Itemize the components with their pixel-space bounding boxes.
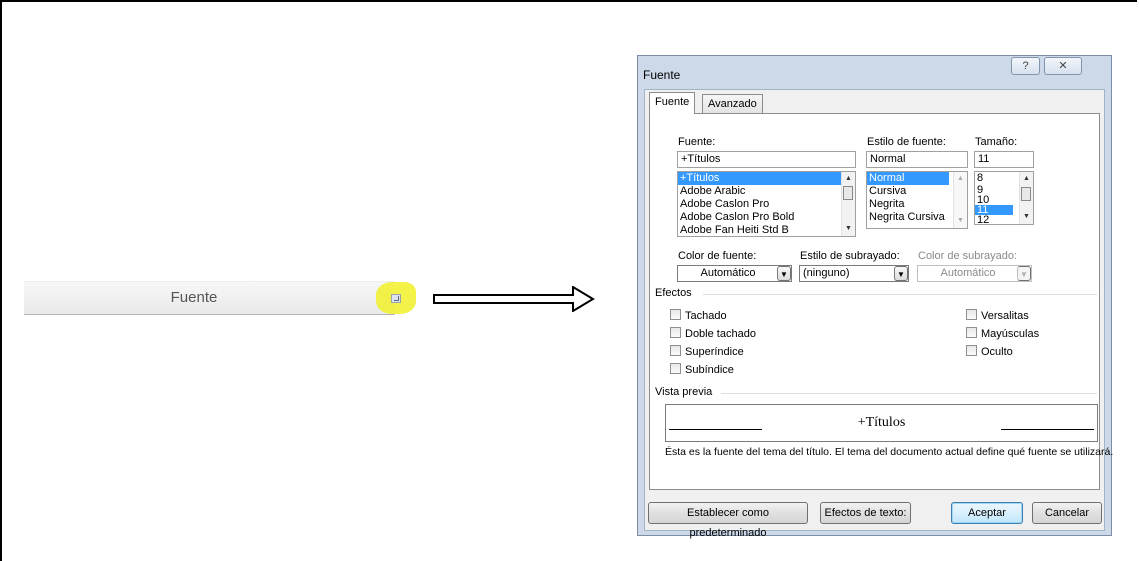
style-list-scrollbar[interactable]: ▲ ▼ <box>953 172 967 228</box>
font-dialog: Fuente ? ✕ Fuente Avanzado Fuente: +Títu… <box>637 55 1113 539</box>
dialog-launcher-icon[interactable] <box>391 294 401 303</box>
checkbox-tachado[interactable]: Tachado <box>670 309 727 322</box>
list-item[interactable]: Normal <box>867 172 949 185</box>
scroll-down-icon[interactable]: ▼ <box>954 215 967 227</box>
size-list-scrollbar[interactable]: ▲ ▼ <box>1019 172 1033 224</box>
checkbox-box[interactable] <box>670 345 681 356</box>
checkbox-superindice[interactable]: Superíndice <box>670 345 744 358</box>
checkbox-mayusculas[interactable]: Mayúsculas <box>966 327 1039 340</box>
cancel-button[interactable]: Cancelar <box>1032 502 1102 524</box>
font-color-value: Automático <box>700 267 756 279</box>
checkbox-doble-tachado[interactable]: Doble tachado <box>670 327 756 340</box>
text-effects-button[interactable]: Efectos de texto: <box>820 502 911 524</box>
font-list-scrollbar[interactable]: ▲ ▼ <box>841 172 855 236</box>
checkbox-box[interactable] <box>966 345 977 356</box>
underline-color-value: Automático <box>940 267 996 279</box>
tab-fuente[interactable]: Fuente <box>649 92 696 114</box>
dialog-client: Fuente Avanzado Fuente: +Títulos +Título… <box>644 89 1113 539</box>
style-list[interactable]: Normal Cursiva Negrita Negrita Cursiva ▲… <box>866 171 968 229</box>
dialog-title: Fuente <box>643 68 681 82</box>
ok-button[interactable]: Aceptar <box>951 502 1023 524</box>
effects-label: Efectos <box>655 287 692 299</box>
checkbox-label: Oculto <box>981 346 1013 358</box>
checkbox-oculto[interactable]: Oculto <box>966 345 1013 358</box>
scroll-up-icon[interactable]: ▲ <box>954 173 967 185</box>
underline-style-label: Estilo de subrayado: <box>800 250 900 262</box>
checkbox-subindice[interactable]: Subíndice <box>670 363 734 376</box>
checkbox-label: Tachado <box>685 310 727 322</box>
list-item[interactable]: Adobe Caslon Pro Bold <box>678 211 855 224</box>
underline-color-combo[interactable]: Automático ▼ <box>917 265 1032 282</box>
list-item[interactable]: Adobe Arabic <box>678 185 855 198</box>
style-input[interactable]: Normal <box>866 151 968 168</box>
close-button[interactable]: ✕ <box>1044 57 1082 75</box>
underline-style-combo[interactable]: (ninguno) ▼ <box>799 265 909 282</box>
dropdown-arrow-icon[interactable]: ▼ <box>1017 266 1031 281</box>
style-label: Estilo de fuente: <box>867 136 946 148</box>
checkbox-label: Versalitas <box>981 310 1029 322</box>
checkbox-label: Doble tachado <box>685 328 756 340</box>
right-arrow-icon <box>433 286 595 312</box>
tab-panel-fuente: Fuente: +Títulos +Títulos Adobe Arabic A… <box>649 113 1113 490</box>
help-button[interactable]: ? <box>1011 57 1040 75</box>
ribbon-group-label: Fuente <box>170 289 218 306</box>
checkbox-box[interactable] <box>966 309 977 320</box>
dropdown-arrow-icon[interactable]: ▼ <box>894 266 908 281</box>
scroll-up-icon[interactable]: ▲ <box>1020 173 1033 185</box>
preview-description: Ésta es la fuente del tema del título. E… <box>665 446 1114 458</box>
checkbox-label: Mayúsculas <box>981 328 1040 340</box>
underline-color-label: Color de subrayado: <box>918 250 1018 262</box>
checkbox-box[interactable] <box>670 309 681 320</box>
checkbox-label: Subíndice <box>685 364 734 376</box>
checkbox-box[interactable] <box>670 327 681 338</box>
effects-divider <box>703 294 1097 295</box>
scroll-thumb[interactable] <box>843 186 853 200</box>
checkbox-box[interactable] <box>966 327 977 338</box>
list-item[interactable]: Negrita <box>867 198 967 211</box>
font-list[interactable]: +Títulos Adobe Arabic Adobe Caslon Pro A… <box>677 171 856 237</box>
checkbox-versalitas[interactable]: Versalitas <box>966 309 1029 322</box>
preview-box: +Títulos <box>665 404 1098 442</box>
preview-divider <box>721 393 1097 394</box>
checkbox-box[interactable] <box>670 363 681 374</box>
scroll-up-icon[interactable]: ▲ <box>842 173 855 185</box>
scroll-thumb[interactable] <box>1021 187 1031 201</box>
ribbon-font-group: Fuente <box>24 281 416 315</box>
font-color-label: Color de fuente: <box>678 250 757 262</box>
scroll-down-icon[interactable]: ▼ <box>1020 211 1033 223</box>
size-input[interactable]: 11 <box>974 151 1034 168</box>
underline-style-value: (ninguno) <box>803 267 850 279</box>
list-item[interactable]: +Títulos <box>678 172 855 185</box>
size-list[interactable]: 8 9 10 11 12 ▲ ▼ <box>974 171 1034 225</box>
preview-label: Vista previa <box>655 386 713 398</box>
tab-avanzado[interactable]: Avanzado <box>702 94 763 113</box>
set-default-button[interactable]: Establecer como predeterminado <box>648 502 808 539</box>
preview-rule-right <box>1001 429 1094 430</box>
font-color-combo[interactable]: Automático ▼ <box>677 265 792 282</box>
list-item[interactable]: Cursiva <box>867 185 967 198</box>
checkbox-label: Superíndice <box>685 346 744 358</box>
list-item[interactable]: Negrita Cursiva <box>867 211 967 224</box>
list-item[interactable]: Adobe Caslon Pro <box>678 198 855 211</box>
dropdown-arrow-icon[interactable]: ▼ <box>777 266 791 281</box>
size-label: Tamaño: <box>975 136 1018 148</box>
scroll-down-icon[interactable]: ▼ <box>842 223 855 235</box>
list-item[interactable]: Adobe Fan Heiti Std B <box>678 224 855 236</box>
font-label: Fuente: <box>678 136 716 148</box>
font-input[interactable]: +Títulos <box>677 151 856 168</box>
